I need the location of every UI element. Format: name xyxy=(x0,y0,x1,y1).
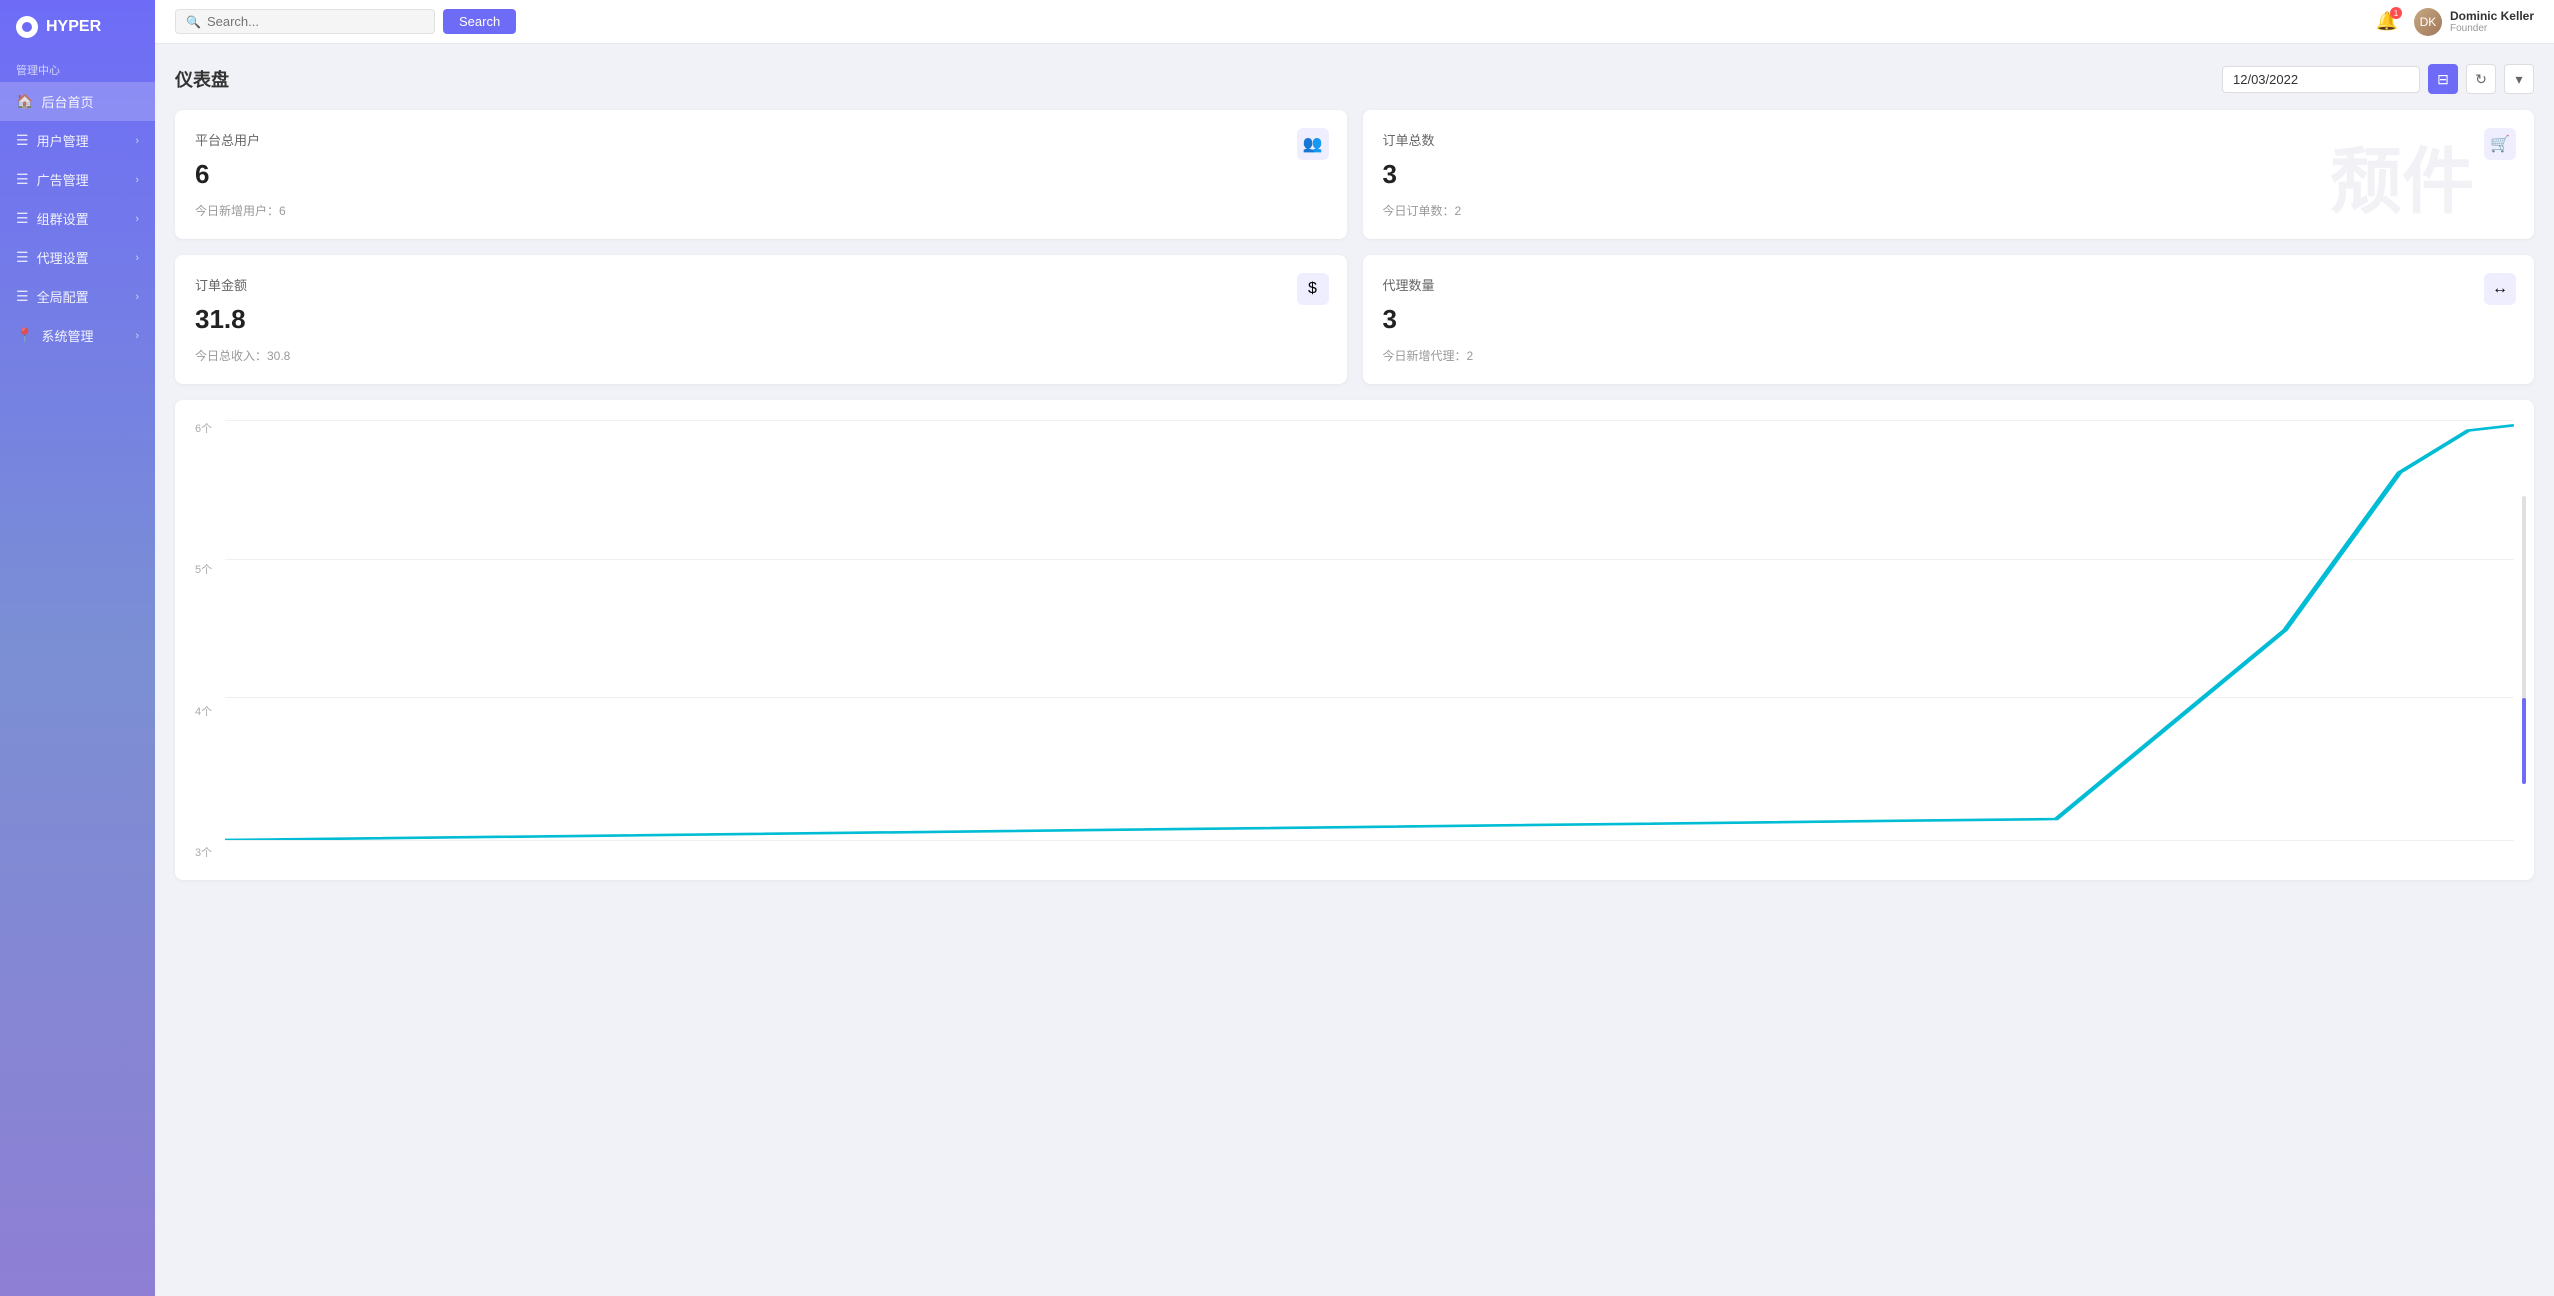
sidebar-item-left: 🏠 后台首页 xyxy=(16,92,93,111)
sidebar-icon-groups: ☰ xyxy=(16,210,29,227)
user-info: Dominic Keller Founder xyxy=(2450,9,2534,34)
main-area: 🔍 Search 🔔 1 DK Dominic Keller Founder 仪… xyxy=(155,0,2554,1296)
sidebar-icon-agents: ☰ xyxy=(16,249,29,266)
chart-y-label-0: 6个 xyxy=(195,420,212,436)
chevron-right-icon: › xyxy=(135,291,139,303)
stat-label-0: 平台总用户 xyxy=(195,130,1327,149)
header-right: 🔔 1 DK Dominic Keller Founder xyxy=(2376,8,2534,36)
user-profile[interactable]: DK Dominic Keller Founder xyxy=(2414,8,2534,36)
chart-y-label-2: 4个 xyxy=(195,703,212,719)
stat-icon-1: 🛒 xyxy=(2484,128,2516,160)
stat-value-0: 6 xyxy=(195,159,1327,190)
stat-sub-0: 今日新增用户：6 xyxy=(195,202,1327,219)
sidebar-item-groups[interactable]: ☰ 组群设置 › xyxy=(0,199,155,238)
stat-label-2: 订单金额 xyxy=(195,275,1327,294)
chart-y-label-3: 3个 xyxy=(195,844,212,860)
chart-card: 6个 5个 4个 3个 xyxy=(175,400,2534,880)
search-input[interactable] xyxy=(207,14,407,29)
sidebar-label-system: 系统管理 xyxy=(41,326,93,345)
date-input[interactable] xyxy=(2222,66,2420,93)
sidebar-item-global[interactable]: ☰ 全局配置 › xyxy=(0,277,155,316)
scrollbar-track[interactable] xyxy=(2522,496,2526,784)
refresh-button[interactable]: ⊟ xyxy=(2428,64,2458,94)
dashboard-header: 仪表盘 ⊟ ↻ ▾ xyxy=(175,64,2534,94)
stat-icon-0: 👥 xyxy=(1297,128,1329,160)
stat-label-1: 订单总数 xyxy=(1383,130,2515,149)
chart-y-labels: 6个 5个 4个 3个 xyxy=(195,420,212,860)
sidebar-label-groups: 组群设置 xyxy=(37,209,89,228)
chevron-right-icon: › xyxy=(135,135,139,147)
sidebar-icon-global: ☰ xyxy=(16,288,29,305)
scrollbar-thumb xyxy=(2522,698,2526,784)
stat-card-3: 代理数量 3 今日新增代理：2 ↔ xyxy=(1363,255,2535,384)
stat-card-0: 平台总用户 6 今日新增用户：6 👥 xyxy=(175,110,1347,239)
chart-y-label-1: 5个 xyxy=(195,561,212,577)
dashboard-controls: ⊟ ↻ ▾ xyxy=(2222,64,2534,94)
content: 仪表盘 ⊟ ↻ ▾ 平台总用户 6 今日新增用户：6 👥 订单总数 3 今日订单… xyxy=(155,44,2554,1296)
sidebar-label-global: 全局配置 xyxy=(37,287,89,306)
search-input-wrapper: 🔍 xyxy=(175,9,435,34)
chevron-right-icon: › xyxy=(135,213,139,225)
logo-icon xyxy=(16,16,38,38)
sidebar-icon-users: ☰ xyxy=(16,132,29,149)
stat-value-3: 3 xyxy=(1383,304,2515,335)
chevron-right-icon: › xyxy=(135,174,139,186)
stat-label-3: 代理数量 xyxy=(1383,275,2515,294)
sidebar-item-agents[interactable]: ☰ 代理设置 › xyxy=(0,238,155,277)
stat-sub-2: 今日总收入：30.8 xyxy=(195,347,1327,364)
sidebar-item-left: ☰ 广告管理 xyxy=(16,170,89,189)
sidebar-label-agents: 代理设置 xyxy=(37,248,89,267)
stat-icon-2: $ xyxy=(1297,273,1329,305)
stat-value-1: 3 xyxy=(1383,159,2515,190)
page-title: 仪表盘 xyxy=(175,66,229,92)
stat-card-1: 订单总数 3 今日订单数：2 🛒 颓件 xyxy=(1363,110,2535,239)
notification-badge: 1 xyxy=(2390,7,2402,19)
stat-icon-3: ↔ xyxy=(2484,273,2516,305)
sidebar-item-left: 📍 系统管理 xyxy=(16,326,93,345)
sidebar-item-left: ☰ 全局配置 xyxy=(16,287,89,306)
sidebar-label-ads: 广告管理 xyxy=(37,170,89,189)
layout-button[interactable]: ↻ xyxy=(2466,64,2496,94)
app-name: HYPER xyxy=(46,18,101,36)
stats-grid: 平台总用户 6 今日新增用户：6 👥 订单总数 3 今日订单数：2 🛒 颓件 订… xyxy=(175,110,2534,384)
sidebar-icon-home: 🏠 xyxy=(16,93,33,110)
search-icon: 🔍 xyxy=(186,15,201,29)
search-container: 🔍 Search xyxy=(175,9,2364,34)
more-button[interactable]: ▾ xyxy=(2504,64,2534,94)
header: 🔍 Search 🔔 1 DK Dominic Keller Founder xyxy=(155,0,2554,44)
notification-icon[interactable]: 🔔 1 xyxy=(2376,11,2398,32)
stat-sub-3: 今日新增代理：2 xyxy=(1383,347,2515,364)
user-role: Founder xyxy=(2450,23,2534,34)
sidebar-label-users: 用户管理 xyxy=(37,131,89,150)
stat-card-2: 订单金额 31.8 今日总收入：30.8 $ xyxy=(175,255,1347,384)
sidebar-item-left: ☰ 代理设置 xyxy=(16,248,89,267)
sidebar-item-left: ☰ 用户管理 xyxy=(16,131,89,150)
chevron-right-icon: › xyxy=(135,252,139,264)
sidebar-section-label: 管理中心 xyxy=(0,54,155,82)
sidebar-item-system[interactable]: 📍 系统管理 › xyxy=(0,316,155,355)
sidebar: HYPER 管理中心 🏠 后台首页 ☰ 用户管理 › ☰ 广告管理 › ☰ 组群… xyxy=(0,0,155,1296)
avatar: DK xyxy=(2414,8,2442,36)
user-name: Dominic Keller xyxy=(2450,9,2534,23)
chevron-right-icon: › xyxy=(135,330,139,342)
sidebar-item-home[interactable]: 🏠 后台首页 xyxy=(0,82,155,121)
sidebar-item-left: ☰ 组群设置 xyxy=(16,209,89,228)
sidebar-item-users[interactable]: ☰ 用户管理 › xyxy=(0,121,155,160)
stat-value-2: 31.8 xyxy=(195,304,1327,335)
chart-svg xyxy=(225,420,2514,840)
search-button[interactable]: Search xyxy=(443,9,516,34)
sidebar-icon-ads: ☰ xyxy=(16,171,29,188)
stat-sub-1: 今日订单数：2 xyxy=(1383,202,2515,219)
sidebar-label-home: 后台首页 xyxy=(41,92,93,111)
sidebar-item-ads[interactable]: ☰ 广告管理 › xyxy=(0,160,155,199)
sidebar-icon-system: 📍 xyxy=(16,327,33,344)
app-logo: HYPER xyxy=(0,0,155,54)
